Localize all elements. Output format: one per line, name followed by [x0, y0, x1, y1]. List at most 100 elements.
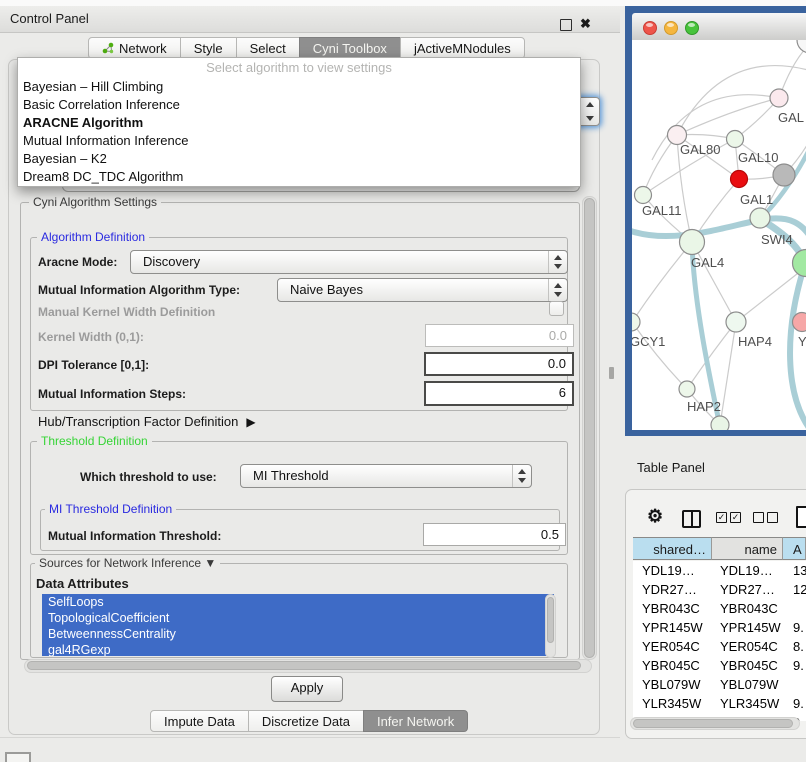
- tab-label: Discretize Data: [262, 714, 350, 729]
- node-gcy1[interactable]: [632, 313, 640, 331]
- node[interactable]: [711, 416, 729, 430]
- tab-infer-network[interactable]: Infer Network: [363, 710, 468, 732]
- table-row[interactable]: YDL19…YDL19…13: [633, 561, 806, 580]
- node[interactable]: [797, 40, 806, 53]
- combobox-value: Naive Bayes: [290, 279, 363, 301]
- algorithm-option[interactable]: Dream8 DC_TDC Algorithm: [18, 168, 580, 186]
- attribute-item[interactable]: SelfLoops: [42, 594, 554, 610]
- attribute-item[interactable]: gal4RGexp: [42, 642, 554, 656]
- aracne-mode-combobox[interactable]: Discovery: [130, 250, 568, 274]
- settings-vertical-scrollbar[interactable]: [582, 196, 597, 660]
- table-row[interactable]: YLR345WYLR345W9.: [633, 694, 806, 713]
- node-gray[interactable]: [773, 164, 795, 186]
- hub-definition-expander[interactable]: Hub/Transcription Factor Definition▶: [38, 414, 256, 429]
- table-cell: 12: [783, 580, 806, 599]
- table-row[interactable]: YER054CYER054C8.: [633, 637, 806, 656]
- table-row[interactable]: YBL079WYBL079W: [633, 675, 806, 694]
- table-cell: 9.: [783, 694, 806, 713]
- svg-text:GAL10: GAL10: [738, 150, 778, 165]
- table-cell: YER054C: [633, 637, 712, 656]
- column-header-partial[interactable]: A: [783, 537, 806, 560]
- attribute-item[interactable]: BetweennessCentrality: [42, 626, 554, 642]
- document-icon[interactable]: [796, 506, 806, 528]
- node-gal11[interactable]: [635, 187, 652, 204]
- table-cell: YBR045C: [712, 656, 783, 675]
- unchecked-checkbox-icon[interactable]: [753, 512, 764, 523]
- float-panel-icon[interactable]: [560, 19, 572, 31]
- node-gal1[interactable]: [731, 171, 748, 188]
- which-threshold-combobox[interactable]: MI Threshold: [240, 464, 532, 488]
- tab-impute-data[interactable]: Impute Data: [150, 710, 249, 732]
- algorithm-option[interactable]: Basic Correlation Inference: [18, 96, 580, 114]
- node-hap4[interactable]: [726, 312, 746, 332]
- network-view-titlebar[interactable]: [632, 13, 806, 41]
- panel-title: Control Panel: [10, 6, 89, 32]
- mi-steps-field[interactable]: 6: [424, 381, 574, 406]
- dpi-tolerance-field[interactable]: 0.0: [424, 352, 574, 376]
- tab-style[interactable]: Style: [180, 37, 237, 59]
- network-edges-thick: [632, 148, 806, 430]
- close-icon[interactable]: ✖: [580, 11, 591, 37]
- algorithm-option[interactable]: Bayesian – K2: [18, 150, 580, 168]
- attribute-item[interactable]: TopologicalCoefficient: [42, 610, 554, 626]
- node-swi4[interactable]: [750, 208, 770, 228]
- close-traffic-light[interactable]: [643, 21, 657, 35]
- algorithm-option[interactable]: Bayesian – Hill Climbing: [18, 78, 580, 96]
- network-canvas[interactable]: GAL GAL80 GAL10 GAL1 GAL11 SWI4 GAL4 GCY…: [632, 40, 806, 430]
- checked-checkbox-icon[interactable]: ✓: [730, 512, 741, 523]
- algorithm-option[interactable]: ARACNE Algorithm: [18, 114, 580, 132]
- apply-button[interactable]: Apply: [271, 676, 343, 702]
- tab-jactivemnodules[interactable]: jActiveMNodules: [400, 37, 525, 59]
- attributes-scrollbar[interactable]: [545, 594, 556, 658]
- table-row[interactable]: YDR27…YDR27…12: [633, 580, 806, 599]
- sources-expander[interactable]: Sources for Network Inference ▼: [35, 556, 220, 570]
- table-row[interactable]: YBR045CYBR045C9.: [633, 656, 806, 675]
- table-horizontal-scrollbar[interactable]: [630, 717, 800, 730]
- sources-title: Sources for Network Inference: [39, 556, 201, 570]
- table-row[interactable]: YBR043CYBR043C: [633, 599, 806, 618]
- svg-text:GAL1: GAL1: [740, 192, 773, 207]
- table-cell: YLR345W: [712, 694, 783, 713]
- minimized-panel-icon[interactable]: [5, 752, 31, 762]
- combobox-value: MI Threshold: [253, 465, 329, 487]
- table-cell: YBR043C: [712, 599, 783, 618]
- table-cell: YPR145W: [633, 618, 712, 637]
- panel-divider-grip[interactable]: [609, 367, 614, 379]
- columns-icon[interactable]: [682, 510, 701, 528]
- algorithm-option[interactable]: Mutual Information Inference: [18, 132, 580, 150]
- svg-text:SWI4: SWI4: [761, 232, 793, 247]
- checked-checkbox-icon[interactable]: ✓: [716, 512, 727, 523]
- network-graph: GAL GAL80 GAL10 GAL1 GAL11 SWI4 GAL4 GCY…: [632, 40, 806, 430]
- algorithm-dropdown-popup: Select algorithm to view settings Bayesi…: [17, 57, 581, 187]
- node-gal10[interactable]: [727, 131, 744, 148]
- tab-select[interactable]: Select: [236, 37, 300, 59]
- zoom-traffic-light[interactable]: [685, 21, 699, 35]
- table-body[interactable]: YDL19…YDL19…13YDR27…YDR27…12YBR043CYBR04…: [633, 561, 806, 721]
- gear-icon[interactable]: ⚙: [647, 506, 663, 527]
- node-salmon[interactable]: [793, 313, 806, 332]
- settings-horizontal-scrollbar[interactable]: [24, 659, 592, 673]
- data-attributes-list[interactable]: SelfLoopsTopologicalCoefficientBetweenne…: [42, 594, 554, 656]
- manual-kernel-width-checkbox[interactable]: [549, 301, 564, 316]
- minimize-traffic-light[interactable]: [664, 21, 678, 35]
- dropdown-placeholder: Select algorithm to view settings: [18, 58, 580, 78]
- column-header-shared-name[interactable]: shared…: [633, 537, 712, 560]
- tab-discretize-data[interactable]: Discretize Data: [248, 710, 364, 732]
- combo-arrows-icon: [548, 279, 567, 301]
- node-gal4[interactable]: [680, 230, 705, 255]
- tab-cyni-toolbox[interactable]: Cyni Toolbox: [299, 37, 401, 59]
- node-hap2[interactable]: [679, 381, 695, 397]
- unchecked-checkbox-icon[interactable]: [767, 512, 778, 523]
- combobox-value: Discovery: [143, 251, 200, 273]
- tab-network[interactable]: Network: [88, 37, 181, 59]
- mi-threshold-field[interactable]: 0.5: [423, 523, 566, 546]
- tab-label: Cyni Toolbox: [313, 41, 387, 56]
- node[interactable]: [793, 250, 806, 277]
- column-header-name[interactable]: name: [712, 537, 783, 560]
- table-row[interactable]: YPR145WYPR145W9.: [633, 618, 806, 637]
- svg-text:Y: Y: [798, 334, 806, 349]
- svg-text:GAL80: GAL80: [680, 142, 720, 157]
- mi-algorithm-type-combobox[interactable]: Naive Bayes: [277, 278, 568, 302]
- node[interactable]: [770, 89, 788, 107]
- kernel-width-field[interactable]: 0.0: [425, 324, 574, 347]
